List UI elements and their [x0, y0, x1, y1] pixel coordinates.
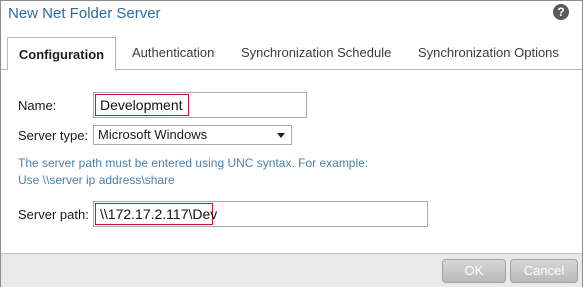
server-type-value: Microsoft Windows: [98, 127, 208, 142]
ok-button[interactable]: OK: [442, 259, 506, 283]
net-folder-server-dialog: New Net Folder Server ? Configuration Au…: [0, 0, 583, 287]
server-path-field[interactable]: \\172.17.2.117\Dev: [93, 201, 428, 227]
dialog-footer: OK Cancel: [1, 253, 582, 287]
tab-synchronization-schedule[interactable]: Synchronization Schedule: [241, 37, 391, 70]
name-value: Development: [95, 94, 189, 116]
name-label: Name:: [18, 98, 57, 113]
server-type-label: Server type:: [18, 128, 89, 143]
unc-hint-line-1: The server path must be entered using UN…: [18, 156, 369, 170]
server-path-value: \\172.17.2.117\Dev: [95, 203, 217, 225]
chevron-down-icon: [277, 133, 285, 138]
tab-synchronization-options[interactable]: Synchronization Options: [418, 37, 559, 70]
tab-authentication[interactable]: Authentication: [132, 37, 214, 70]
help-icon[interactable]: ?: [553, 4, 569, 20]
cancel-button[interactable]: Cancel: [510, 259, 578, 283]
dialog-title: New Net Folder Server: [8, 5, 161, 22]
tab-bar: Configuration Authentication Synchroniza…: [1, 37, 582, 71]
server-type-select[interactable]: Microsoft Windows: [93, 125, 292, 145]
tab-configuration[interactable]: Configuration: [7, 37, 116, 71]
unc-hint-line-2: Use \\server ip address\share: [18, 173, 175, 187]
dialog-titlebar: New Net Folder Server ?: [1, 1, 582, 28]
server-path-label: Server path:: [18, 207, 89, 222]
name-field[interactable]: Development: [93, 92, 307, 118]
